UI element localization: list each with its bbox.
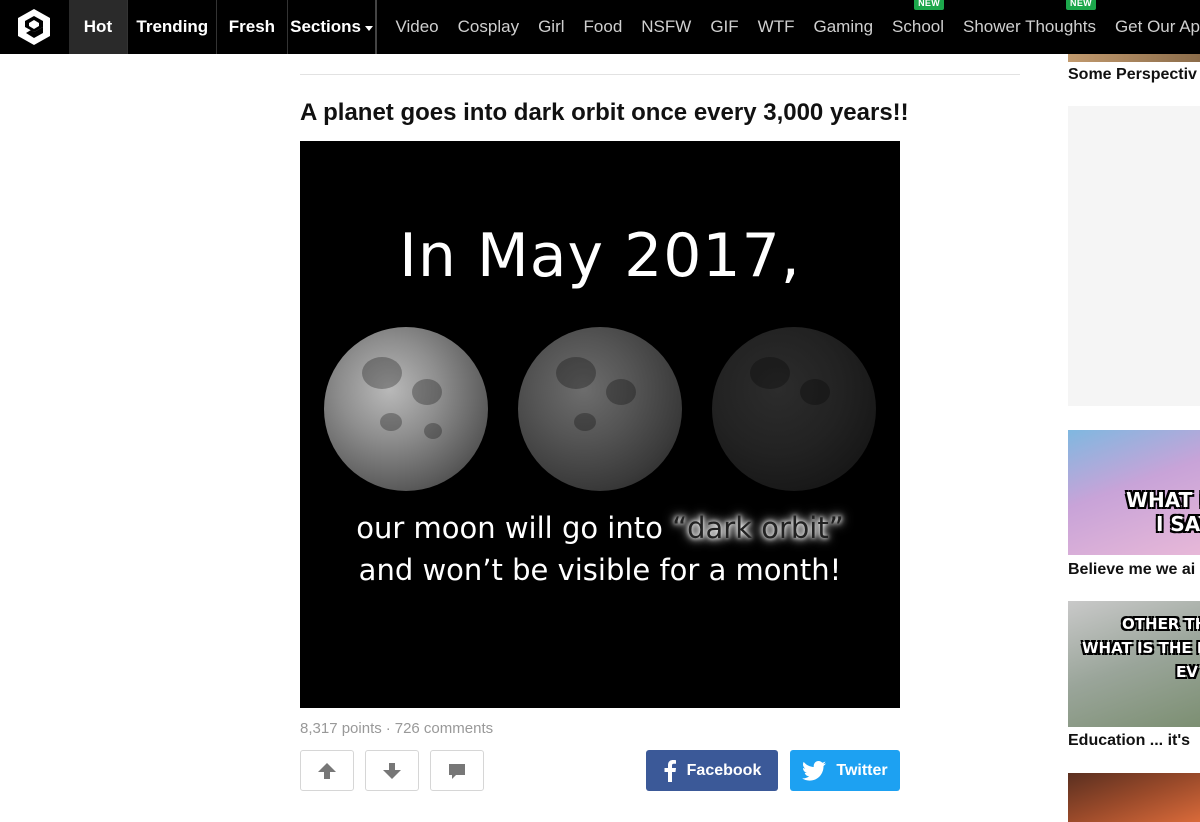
- new-badge: NEW: [1066, 0, 1096, 10]
- section-link-video[interactable]: Video: [395, 17, 438, 37]
- sidebar-thumbnail[interactable]: [1068, 54, 1200, 62]
- meme-text: EV: [1176, 663, 1198, 681]
- section-link-school[interactable]: School NEW: [892, 0, 945, 37]
- section-links: Video Cosplay Girl Food NSFW GIF WTF Gam…: [377, 0, 1200, 54]
- comments-count[interactable]: 726 comments: [395, 720, 493, 737]
- caret-down-icon: [364, 25, 373, 31]
- section-link-gaming[interactable]: Gaming: [814, 17, 874, 37]
- sidebar-item-title[interactable]: Education ... it's: [1068, 732, 1190, 750]
- post-title[interactable]: A planet goes into dark orbit once every…: [300, 99, 909, 127]
- upvote-button[interactable]: [300, 750, 354, 791]
- meme-text: I SAY: [1156, 512, 1200, 536]
- section-link-nsfw[interactable]: NSFW: [641, 17, 691, 37]
- sidebar-thumbnail[interactable]: [1068, 773, 1200, 822]
- image-caption-line3: and won’t be visible for a month!: [358, 553, 842, 587]
- section-label: Shower Thoughts: [963, 17, 1096, 36]
- twitter-label: Twitter: [836, 761, 888, 779]
- meta-separator: ·: [385, 720, 391, 737]
- section-link-food[interactable]: Food: [584, 17, 623, 37]
- 9gag-logo-icon[interactable]: [0, 0, 69, 54]
- section-link-wtf[interactable]: WTF: [758, 17, 795, 37]
- post-divider: [300, 74, 1020, 75]
- comment-icon: [449, 763, 465, 779]
- section-link-cosplay[interactable]: Cosplay: [458, 17, 519, 37]
- facebook-icon: [664, 759, 676, 782]
- dark-moon: [712, 327, 876, 491]
- full-moon: [324, 327, 488, 491]
- sections-label: Sections: [290, 17, 361, 36]
- tab-fresh[interactable]: Fresh: [217, 0, 288, 54]
- facebook-share-button[interactable]: Facebook: [646, 750, 778, 791]
- downvote-button[interactable]: [365, 750, 419, 791]
- meme-text: WHAT IS THE MOS: [1082, 639, 1200, 657]
- sidebar-thumbnail[interactable]: WHAT PE I SAY: [1068, 430, 1200, 555]
- comment-button[interactable]: [430, 750, 484, 791]
- tab-sections[interactable]: Sections: [288, 0, 378, 54]
- image-caption-line1: In May 2017,: [399, 221, 801, 291]
- dim-moon: [518, 327, 682, 491]
- twitter-share-button[interactable]: Twitter: [790, 750, 900, 791]
- section-link-get-our-app[interactable]: Get Our Ap: [1115, 17, 1200, 37]
- post-image[interactable]: In May 2017, our moon will go into “dark…: [300, 141, 900, 708]
- tab-trending[interactable]: Trending: [128, 0, 218, 54]
- meme-text: OTHER THA: [1122, 615, 1200, 633]
- section-link-girl[interactable]: Girl: [538, 17, 564, 37]
- points-count[interactable]: 8,317 points: [300, 720, 382, 737]
- arrow-up-icon: [318, 762, 336, 779]
- facebook-label: Facebook: [686, 761, 762, 779]
- sidebar-thumbnail[interactable]: OTHER THA WHAT IS THE MOS EV: [1068, 601, 1200, 727]
- caption-text: our moon will go into: [356, 511, 673, 545]
- section-label: School: [892, 17, 945, 36]
- section-link-shower-thoughts[interactable]: Shower Thoughts NEW: [963, 0, 1096, 37]
- image-caption-line2: our moon will go into “dark orbit”: [300, 511, 900, 545]
- twitter-icon: [802, 760, 827, 781]
- sidebar-item-title[interactable]: Some Perspectiv: [1068, 66, 1197, 84]
- caption-highlight: “dark orbit”: [672, 511, 844, 545]
- section-link-gif[interactable]: GIF: [710, 17, 738, 37]
- new-badge: NEW: [914, 0, 945, 10]
- ad-placeholder: [1068, 106, 1200, 406]
- sidebar-item-title[interactable]: Believe me we ai: [1068, 561, 1195, 579]
- arrow-down-icon: [383, 762, 401, 779]
- meme-text: WHAT PE: [1126, 488, 1200, 512]
- top-nav-bar: Hot Trending Fresh Sections Video Cospla…: [0, 0, 1200, 54]
- post-meta: 8,317 points · 726 comments: [300, 720, 493, 737]
- tab-hot[interactable]: Hot: [68, 0, 129, 54]
